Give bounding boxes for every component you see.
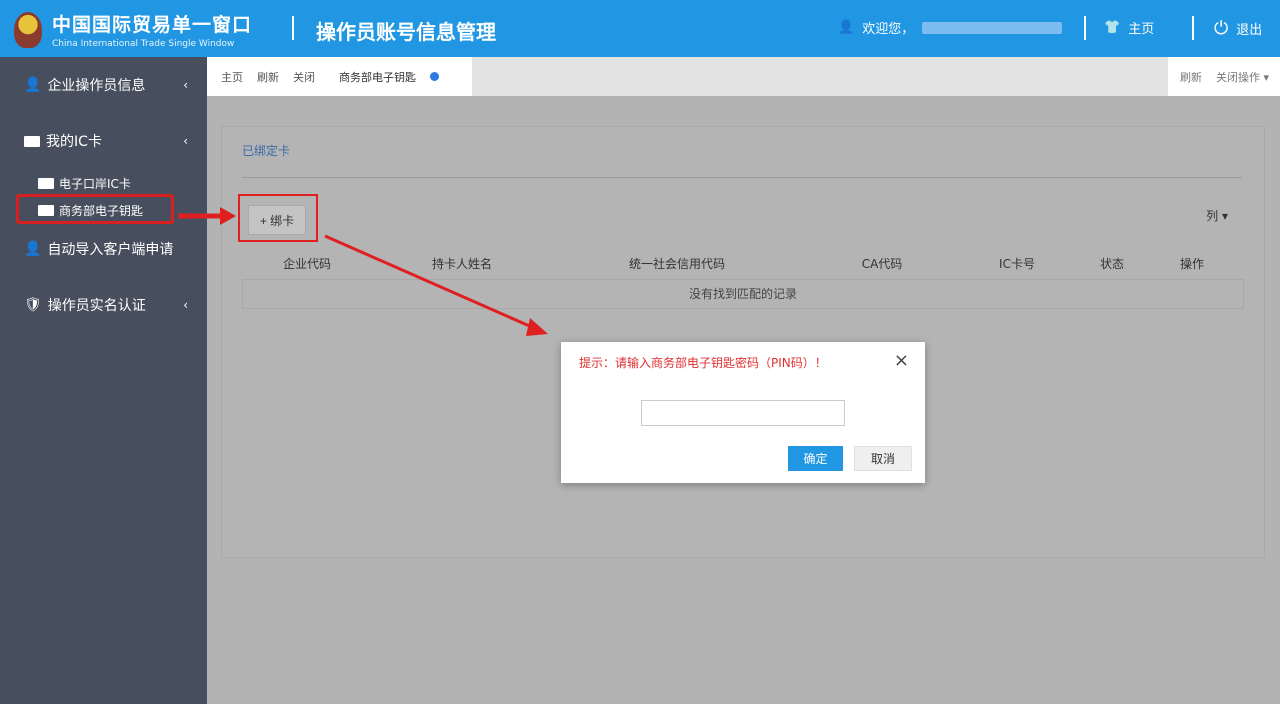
logo-icon [14, 12, 42, 48]
user-icon: 👤 [838, 20, 854, 35]
label: 自动导入客户端申请 [47, 239, 173, 259]
sidebar-item-realname[interactable]: 🛡 操作员实名认证 ‹ [24, 295, 194, 315]
close-icon[interactable]: × [894, 350, 909, 371]
logout-link[interactable]: ⏻ 退出 [1214, 18, 1262, 39]
divider [292, 16, 294, 40]
panel-title: 已绑定卡 [242, 142, 290, 159]
label: 我的IC卡 [46, 131, 102, 151]
col-header: 状态 [1072, 255, 1152, 272]
welcome-text: 欢迎您， [862, 18, 914, 37]
sidebar-item-operator-info[interactable]: 👤 企业操作员信息 ‹ [24, 75, 194, 95]
dialog-title: 提示：请输入商务部电子钥匙密码（PIN码）！ [579, 354, 827, 371]
col-header: 持卡人姓名 [372, 255, 552, 272]
divider [1084, 16, 1086, 40]
card-icon [38, 178, 54, 189]
label: 电子口岸IC卡 [59, 175, 131, 192]
sidebar: 👤企业操作员信息‹ 我的IC卡‹ 电子口岸IC卡 商务部电子钥匙 👤自动导入客户… [0, 57, 207, 704]
pin-dialog: 提示：请输入商务部电子钥匙密码（PIN码）！ × 确定 取消 [561, 342, 925, 483]
active-dot-icon [430, 72, 439, 81]
sidebar-item-my-ic-card[interactable]: 我的IC卡 ‹ [24, 131, 194, 151]
columns-dropdown[interactable]: 列 ▾ [1206, 207, 1228, 224]
divider [1192, 16, 1194, 40]
label: 企业操作员信息 [47, 75, 145, 95]
tab-close[interactable]: 关闭 [293, 69, 315, 85]
user-icon: 👤 [24, 77, 41, 93]
col-header: CA代码 [802, 255, 962, 272]
page-title: 操作员账号信息管理 [316, 16, 496, 45]
col-header: 操作 [1152, 255, 1232, 272]
divider [242, 177, 1242, 178]
power-icon: ⏻ [1214, 18, 1228, 39]
label: 操作员实名认证 [48, 295, 146, 315]
highlight-box [16, 194, 174, 224]
refresh-button[interactable]: 刷新 [1180, 69, 1202, 85]
home-link[interactable]: 👕 主页 [1104, 18, 1154, 37]
confirm-button[interactable]: 确定 [788, 446, 843, 471]
tab-home[interactable]: 主页 [221, 69, 243, 85]
sidebar-item-auto-import[interactable]: 👤 自动导入客户端申请 [24, 239, 194, 259]
brand-en: China International Trade Single Window [52, 39, 252, 49]
cancel-button[interactable]: 取消 [854, 446, 912, 471]
chevron-left-icon: ‹ [183, 78, 188, 92]
col-header: 企业代码 [242, 255, 372, 272]
sidebar-sub-eport-ic[interactable]: 电子口岸IC卡 [38, 175, 131, 192]
brand-cn: 中国国际贸易单一窗口 [52, 10, 252, 37]
col-header: 统一社会信用代码 [552, 255, 802, 272]
close-ops-dropdown[interactable]: 关闭操作 ▾ [1216, 69, 1269, 85]
tab-refresh[interactable]: 刷新 [257, 69, 279, 85]
pin-input[interactable] [641, 400, 845, 426]
shirt-icon: 👕 [1104, 20, 1120, 35]
top-header: 中国国际贸易单一窗口 China International Trade Sin… [0, 0, 1280, 57]
chevron-left-icon: ‹ [183, 298, 188, 312]
tab-bar: 主页 刷新 关闭 商务部电子钥匙 刷新 关闭操作 ▾ [207, 57, 1280, 96]
home-label: 主页 [1128, 18, 1154, 37]
user-icon: 👤 [24, 241, 41, 257]
card-icon [24, 136, 40, 147]
table-header: 企业代码 持卡人姓名 统一社会信用代码 CA代码 IC卡号 状态 操作 [242, 249, 1244, 277]
chevron-left-icon: ‹ [183, 134, 188, 148]
tab-active[interactable]: 商务部电子钥匙 [339, 69, 416, 85]
username-redacted [922, 22, 1062, 34]
logout-label: 退出 [1236, 19, 1262, 38]
shield-check-icon: 🛡 [24, 297, 42, 313]
user-info: 👤 欢迎您， [838, 18, 1062, 37]
col-header: IC卡号 [962, 255, 1072, 272]
empty-row: 没有找到匹配的记录 [242, 279, 1244, 309]
brand: 中国国际贸易单一窗口 China International Trade Sin… [52, 10, 252, 49]
highlight-box [238, 194, 318, 242]
